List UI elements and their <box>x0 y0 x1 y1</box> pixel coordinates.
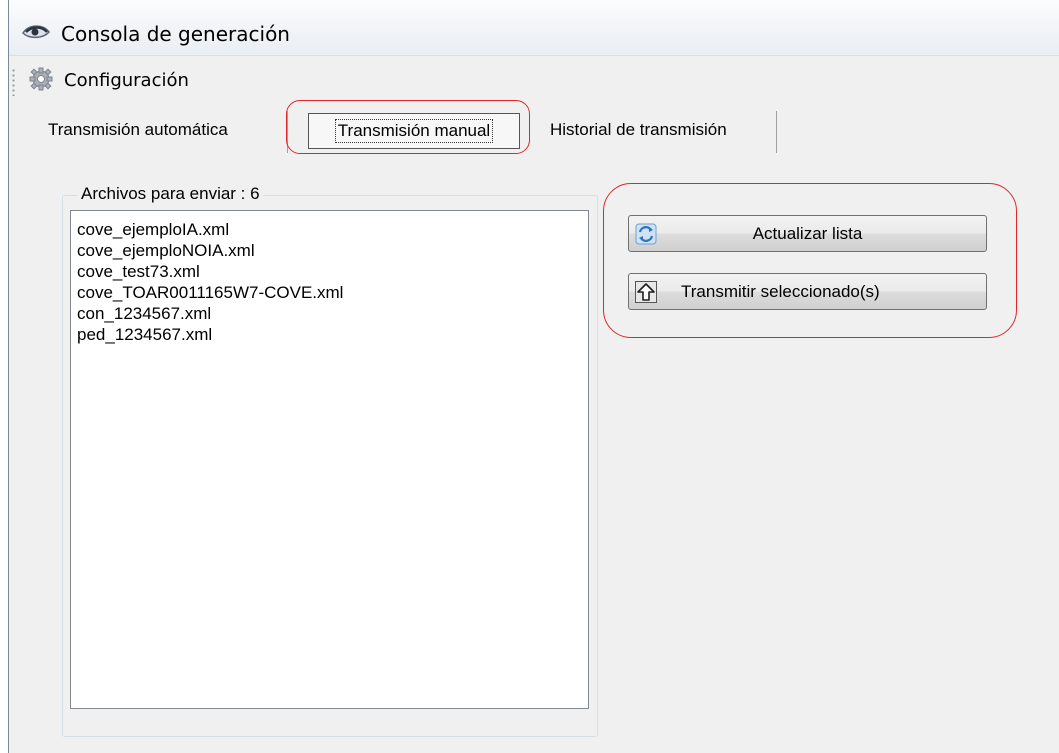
tab-transmission-history[interactable]: Historial de transmisión <box>550 120 727 140</box>
list-item[interactable]: cove_ejemploIA.xml <box>77 219 588 240</box>
highlight-annotation-buttons <box>603 183 1017 338</box>
eye-icon <box>22 25 50 39</box>
highlight-annotation-tab <box>286 100 530 154</box>
list-item[interactable]: cove_ejemploNOIA.xml <box>77 240 588 261</box>
title-bar: Consola de generación <box>9 0 1059 56</box>
configuration-menu[interactable]: Configuración <box>64 70 189 91</box>
refresh-list-label: Actualizar lista <box>752 223 863 243</box>
refresh-list-button[interactable]: Actualizar lista <box>628 215 987 252</box>
transmit-selected-button[interactable]: Transmitir seleccionado(s) <box>628 273 987 310</box>
list-item[interactable]: cove_test73.xml <box>77 261 588 282</box>
refresh-icon <box>635 223 657 245</box>
list-item[interactable]: con_1234567.xml <box>77 303 588 324</box>
files-group-legend: Archivos para enviar : 6 <box>78 184 263 204</box>
files-listbox[interactable]: cove_ejemploIA.xml cove_ejemploNOIA.xml … <box>70 210 589 709</box>
tab-divider <box>776 111 777 153</box>
toolbar-grip[interactable] <box>12 68 15 96</box>
transmit-selected-label: Transmitir seleccionado(s) <box>681 281 880 301</box>
tab-automatic-transmission[interactable]: Transmisión automática <box>48 120 228 140</box>
upload-arrow-icon <box>635 281 657 303</box>
list-item[interactable]: cove_TOAR0011165W7-COVE.xml <box>77 282 588 303</box>
window-title: Consola de generación <box>61 22 290 46</box>
list-item[interactable]: ped_1234567.xml <box>77 324 588 345</box>
gear-icon[interactable] <box>28 66 54 92</box>
